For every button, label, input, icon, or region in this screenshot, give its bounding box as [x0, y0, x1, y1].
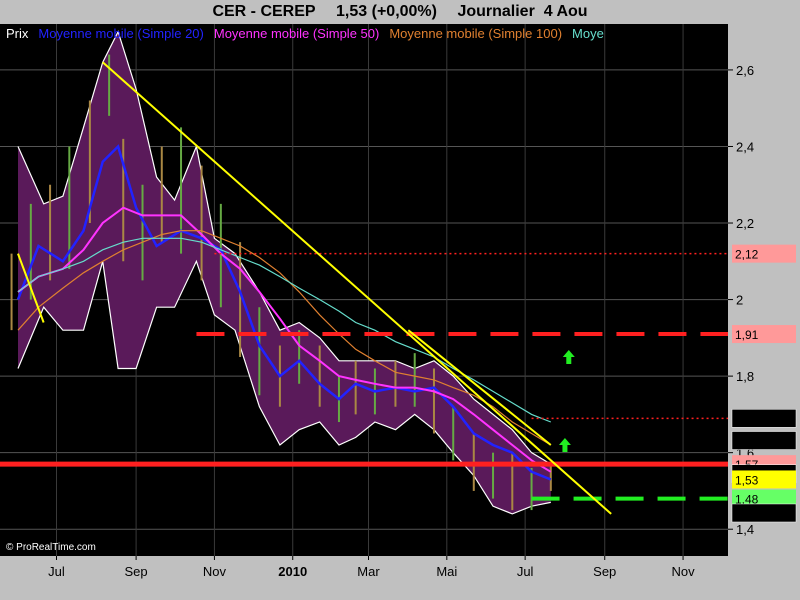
x-tick-label: Jul — [48, 564, 65, 579]
y-tick-label: 2,4 — [736, 139, 754, 154]
price-tag-label: 1,53 — [735, 473, 759, 487]
x-tick-label: Sep — [593, 564, 616, 579]
y-tick-label: 2,2 — [736, 216, 754, 231]
y-tick-label: 2 — [736, 293, 743, 308]
x-tick-label: 2010 — [278, 564, 307, 579]
legend-item: Prix — [6, 26, 29, 41]
legend-item: Moye — [572, 26, 604, 41]
y-tick-label: 1,8 — [736, 369, 754, 384]
legend-item: Moyenne mobile (Simple 50) — [214, 26, 379, 41]
price-tag-label: 2,12 — [735, 248, 759, 262]
price-chart[interactable]: 1,41,61,822,22,42,6 Jul Sep Nov 2010 Mar Mai J… — [0, 24, 800, 600]
x-tick-label: Mar — [357, 564, 380, 579]
symbol-label: CER - CEREP — [212, 3, 316, 20]
x-tick-label: Nov — [671, 564, 695, 579]
x-tick-label: Nov — [203, 564, 227, 579]
legend: Prix Moyenne mobile (Simple 20) Moyenne mo… — [6, 26, 604, 41]
quote-label: 1,53 (+0,00%) — [336, 3, 437, 20]
y-tick-label: 2,6 — [736, 63, 754, 78]
x-tick-label: Mai — [436, 564, 457, 579]
credit-text: © ProRealTime.com — [6, 542, 96, 553]
legend-item: Moyenne mobile (Simple 100) — [389, 26, 562, 41]
price-tag-label: 1,91 — [735, 328, 759, 342]
chart-title-bar: CER - CEREP 1,53 (+0,00%) Journalier 4 A… — [0, 0, 800, 24]
x-tick-label: Sep — [125, 564, 148, 579]
price-tag-label: 1,4424 — [735, 507, 772, 521]
y-tick-label: 1,4 — [736, 522, 754, 537]
legend-item: Moyenne mobile (Simple 20) — [38, 26, 203, 41]
price-tag-label: 1,6317 — [735, 435, 772, 449]
price-tag-label: 1,6897 — [735, 412, 772, 426]
x-tick-label: Jul — [517, 564, 534, 579]
period-label: Journalier 4 Aou — [457, 3, 588, 20]
